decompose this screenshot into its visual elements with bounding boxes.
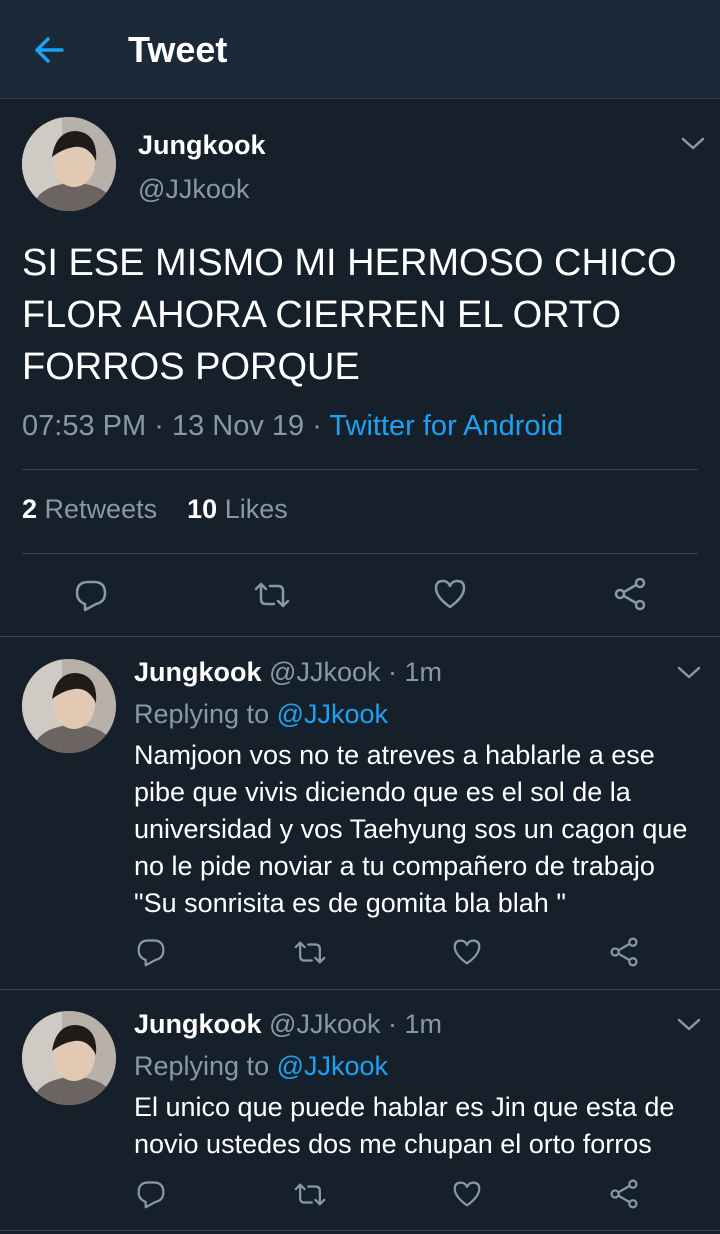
retweet-icon[interactable] <box>293 939 327 966</box>
author-handle[interactable]: @JJkook <box>269 1009 380 1039</box>
reply-text: Namjoon vos no te atreves a hablarle a e… <box>134 740 688 918</box>
divider <box>0 989 720 990</box>
author-name[interactable]: Jungkook <box>134 1009 262 1039</box>
tweet-meta: 07:53 PM · 13 Nov 19 · Twitter for Andro… <box>22 410 563 443</box>
chevron-down-icon[interactable] <box>676 1016 702 1034</box>
reply-text: El unico que puede hablar es Jin que est… <box>134 1092 675 1159</box>
reply-icon[interactable] <box>136 1179 166 1209</box>
retweets-label[interactable]: Retweets <box>45 494 158 524</box>
share-icon[interactable] <box>608 936 640 968</box>
replying-label: Replying to <box>134 699 270 729</box>
reply-header: Jungkook @JJkook · 1m <box>134 657 442 688</box>
share-icon[interactable] <box>612 576 648 612</box>
reply-icon[interactable] <box>136 937 166 967</box>
like-icon[interactable] <box>452 1180 482 1208</box>
like-icon[interactable] <box>433 578 467 610</box>
mention-link[interactable]: @JJkook <box>277 699 388 729</box>
avatar[interactable] <box>22 659 116 753</box>
share-icon[interactable] <box>608 1178 640 1210</box>
likes-label[interactable]: Likes <box>225 494 288 524</box>
retweets-count[interactable]: 2 <box>22 494 37 524</box>
meta-separator: · <box>312 410 322 442</box>
meta-separator: · <box>154 410 164 442</box>
chevron-down-icon[interactable] <box>680 135 706 153</box>
avatar[interactable] <box>22 1011 116 1105</box>
back-arrow-icon[interactable] <box>32 33 66 67</box>
like-icon[interactable] <box>452 938 482 966</box>
chevron-down-icon[interactable] <box>676 664 702 682</box>
timestamp: · 1m <box>388 657 442 687</box>
author-handle[interactable]: @JJkook <box>138 174 249 205</box>
tweet-time: 07:53 PM <box>22 410 147 442</box>
tweet-stats: 2 Retweets 10 Likes <box>22 494 288 525</box>
replying-label: Replying to <box>134 1051 270 1081</box>
avatar[interactable] <box>22 117 116 211</box>
divider <box>0 636 720 637</box>
author-name[interactable]: Jungkook <box>134 657 262 687</box>
tweet-text: SI ESE MISMO MI HERMOSO CHICO FLOR AHORA… <box>22 242 677 388</box>
tweet-source-link[interactable]: Twitter for Android <box>329 410 563 442</box>
top-bar: Tweet <box>0 0 720 99</box>
reply-header: Jungkook @JJkook · 1m <box>134 1009 442 1040</box>
author-handle[interactable]: @JJkook <box>269 657 380 687</box>
timestamp: · 1m <box>388 1009 442 1039</box>
divider <box>22 553 698 554</box>
replying-to: Replying to @JJkook <box>134 1051 388 1082</box>
replying-to: Replying to @JJkook <box>134 699 388 730</box>
divider <box>0 1230 720 1231</box>
tweet-date: 13 Nov 19 <box>171 410 305 442</box>
divider <box>22 469 698 470</box>
retweet-icon[interactable] <box>253 580 291 610</box>
reply-icon[interactable] <box>74 578 108 612</box>
author-name[interactable]: Jungkook <box>138 130 266 161</box>
retweet-icon[interactable] <box>293 1181 327 1208</box>
page-title: Tweet <box>128 29 228 70</box>
likes-count[interactable]: 10 <box>187 494 217 524</box>
mention-link[interactable]: @JJkook <box>277 1051 388 1081</box>
